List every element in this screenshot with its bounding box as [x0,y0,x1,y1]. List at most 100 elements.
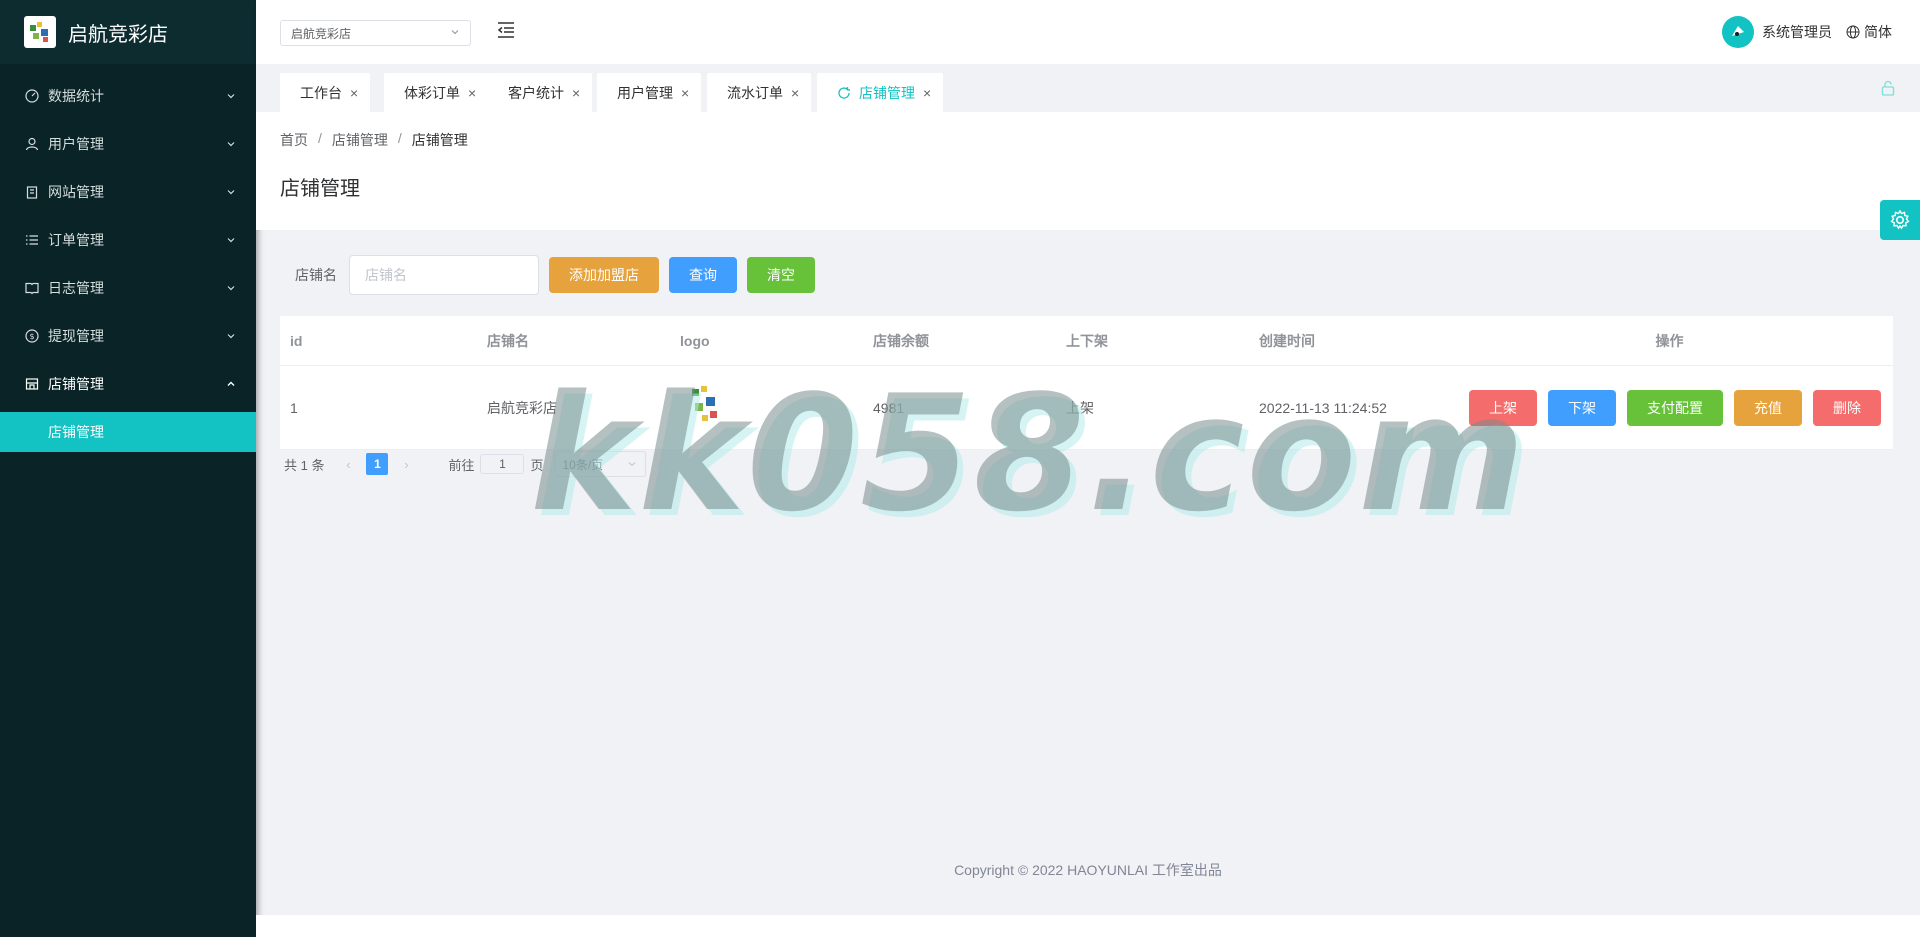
query-button[interactable]: 查询 [669,257,737,293]
page-number-current[interactable]: 1 [366,453,389,475]
chevron-right-icon[interactable]: › [394,457,418,472]
footer-bar [256,915,1920,937]
sidebar: 启航竞彩店 数据统计 用户管理 网站管理 订单管理 日志管理 $ 提现管理 店铺… [0,0,256,937]
chevron-down-icon [226,235,236,245]
chevron-down-icon [226,91,236,101]
list-off-button[interactable]: 下架 [1548,389,1616,426]
breadcrumb-current: 店铺管理 [411,132,468,148]
menu-fold-icon[interactable] [496,20,516,40]
tab-label: 客户统计 [508,84,564,101]
sidebar-item-log-manage[interactable]: 日志管理 [0,264,256,312]
sidebar-menu: 数据统计 用户管理 网站管理 订单管理 日志管理 $ 提现管理 店铺管理 店铺管… [0,72,256,452]
recharge-button[interactable]: 充值 [1734,389,1802,426]
book-icon [24,280,40,296]
chevron-left-icon[interactable]: ‹ [336,457,360,472]
sidebar-item-label: 数据统计 [48,88,104,104]
delete-button[interactable]: 删除 [1813,389,1881,426]
brand[interactable]: 启航竞彩店 [0,0,256,64]
add-franchise-button[interactable]: 添加加盟店 [549,257,659,293]
coin-icon: $ [24,328,40,344]
goto-prefix: 前往 [448,457,475,473]
refresh-icon [837,86,851,100]
shop-icon [24,376,40,392]
settings-gear-button[interactable] [1880,200,1920,240]
user-name: 系统管理员 [1762,24,1832,40]
column-header: 操作 [1655,332,1684,349]
breadcrumb: 首页 / 店铺管理 / 店铺管理 [280,130,468,150]
cell-balance: 4981 [873,399,905,416]
brand-title: 启航竞彩店 [68,23,168,46]
page-size-select[interactable]: 10条/页 [553,451,646,477]
tab-user-manage[interactable]: 用户管理 × [597,73,702,112]
sidebar-item-order-manage[interactable]: 订单管理 [0,216,256,264]
page-size-value: 10条/页 [562,457,604,472]
svg-text:$: $ [29,332,34,341]
cell-actions: 上架 下架 支付配置 充值 删除 [1446,389,1893,426]
sidebar-item-withdraw-manage[interactable]: $ 提现管理 [0,312,256,360]
pagination-goto: 前往 1 页 [448,454,544,474]
column-header: 上下架 [1066,332,1108,349]
tab-flow-orders[interactable]: 流水订单 × [707,73,812,112]
chevron-up-icon [226,379,236,389]
tabs-bar: 工作台 × 体彩订单 × 客户统计 × 用户管理 × 流水订单 × 店铺管理 × [256,64,1920,112]
language-label: 简体 [1864,24,1892,40]
close-icon[interactable]: × [468,85,476,101]
cell-status: 上架 [1066,399,1094,416]
tab-lottery-orders[interactable]: 体彩订单 × [384,73,489,112]
shop-name-input[interactable] [349,255,539,295]
sidebar-item-user-manage[interactable]: 用户管理 [0,120,256,168]
close-icon[interactable]: × [572,85,580,101]
tab-shop-manage[interactable]: 店铺管理 × [817,73,944,112]
column-header: logo [680,332,710,349]
sidebar-item-label: 订单管理 [48,232,104,248]
brand-logo-icon [24,16,56,48]
sidebar-item-shop-manage[interactable]: 店铺管理 [0,360,256,408]
chevron-down-icon [226,283,236,293]
sidebar-item-site-manage[interactable]: 网站管理 [0,168,256,216]
footer-copyright: Copyright © 2022 HAOYUNLAI 工作室出品 [954,862,1222,878]
list-on-button[interactable]: 上架 [1469,389,1537,426]
breadcrumb-home[interactable]: 首页 [280,130,308,150]
sidebar-item-label: 网站管理 [48,184,104,200]
gear-icon [1890,209,1910,230]
tab-label: 用户管理 [617,84,673,101]
breadcrumb-separator: / [397,130,402,146]
chevron-down-icon [226,139,236,149]
page-title: 店铺管理 [280,178,360,200]
sidebar-item-label: 店铺管理 [48,376,104,392]
close-icon[interactable]: × [681,85,689,101]
shop-select[interactable]: 启航竞彩店 [280,20,471,46]
column-header: 店铺余额 [873,332,929,349]
chevron-down-icon [226,331,236,341]
cell-created-time: 2022-11-13 11:24:52 [1259,399,1387,416]
list-icon [24,232,40,248]
close-icon[interactable]: × [350,85,358,101]
lock-icon[interactable] [1880,80,1896,99]
breadcrumb-separator: / [318,130,322,146]
sidebar-subitem-shop-manage[interactable]: 店铺管理 [0,412,256,452]
close-icon[interactable]: × [791,85,799,101]
top-header: 启航竞彩店 系统管理员 简体 [256,0,1920,64]
tab-label: 流水订单 [727,84,783,101]
goto-suffix: 页 [530,457,544,473]
clear-button[interactable]: 清空 [747,257,815,293]
close-icon[interactable]: × [923,85,931,101]
user-menu[interactable]: 系统管理员 [1722,16,1832,48]
avatar [1722,16,1754,48]
goto-page-input[interactable]: 1 [480,454,525,474]
sidebar-item-data-stats[interactable]: 数据统计 [0,72,256,120]
page-header: 首页 / 店铺管理 / 店铺管理 店铺管理 [256,112,1920,230]
sidebar-item-label: 日志管理 [48,280,104,296]
tab-workbench[interactable]: 工作台 × [280,73,371,112]
pagination-total: 共 1 条 [284,457,325,473]
chevron-down-icon [628,462,635,467]
column-header: id [290,332,303,349]
payment-config-button[interactable]: 支付配置 [1627,389,1723,426]
table-row: 1 启航竞彩店 4981 上架 2022-11-13 11:24:52 上架 下… [280,366,1893,450]
tab-customer-stats[interactable]: 客户统计 × [488,73,593,112]
language-switch[interactable]: 简体 [1846,22,1892,42]
search-label: 店铺名 [295,267,337,283]
breadcrumb-item[interactable]: 店铺管理 [332,130,388,150]
shop-table: id 店铺名 logo 店铺余额 上下架 创建时间 操作 1 启航竞彩店 498… [280,316,1893,450]
dashboard-icon [24,88,40,104]
